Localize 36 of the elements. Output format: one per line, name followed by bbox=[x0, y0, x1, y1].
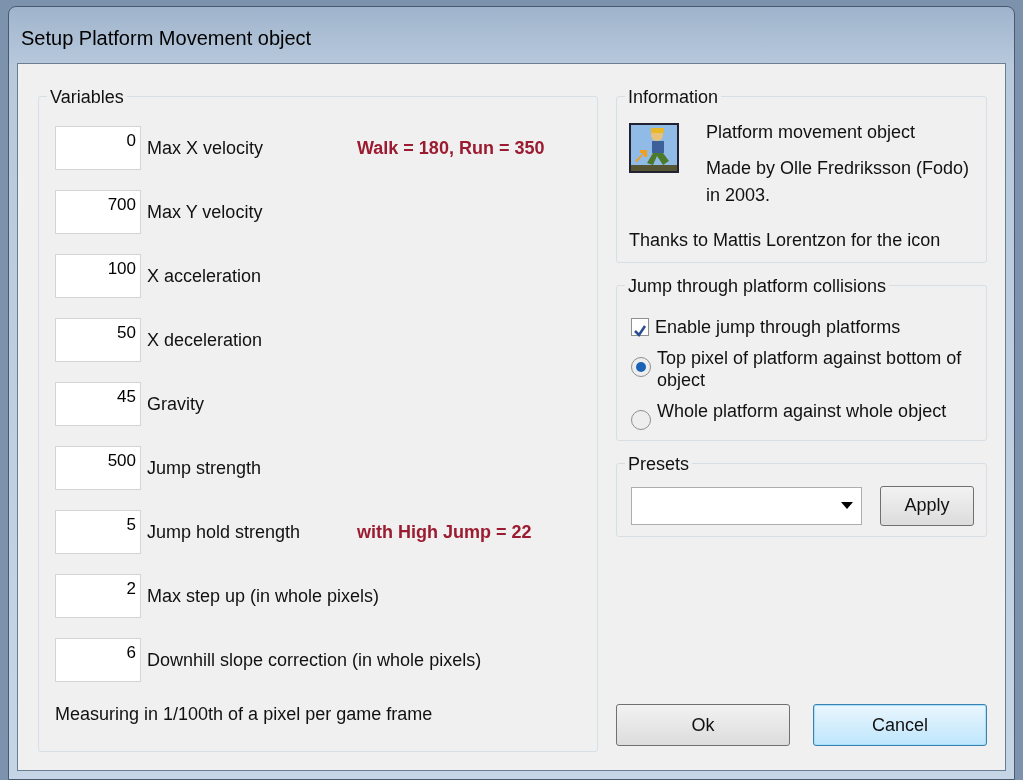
hint-text: with High Jump = 22 bbox=[357, 520, 532, 544]
field-label: Gravity bbox=[147, 392, 205, 416]
number-field[interactable]: 45 bbox=[55, 382, 141, 426]
field-label: X deceleration bbox=[147, 328, 264, 352]
dialog-button[interactable]: Cancel bbox=[813, 704, 987, 746]
number-field[interactable]: 500 bbox=[55, 446, 141, 490]
radio-button[interactable] bbox=[631, 356, 651, 377]
radio-label: Whole platform against whole object bbox=[657, 399, 947, 422]
field-label: Jump hold strength bbox=[147, 520, 302, 544]
number-field[interactable]: 2 bbox=[55, 574, 141, 618]
hint-text: Walk = 180, Run = 350 bbox=[357, 136, 545, 160]
radio-button[interactable] bbox=[631, 409, 651, 430]
field-label: Max X velocity bbox=[147, 136, 265, 160]
credits-text: Thanks to Mattis Lorentzon for the icon bbox=[629, 229, 942, 252]
field-label: X acceleration bbox=[147, 264, 263, 288]
info-text: Platform movement object bbox=[706, 121, 917, 144]
number-field[interactable]: 700 bbox=[55, 190, 141, 234]
apply-button[interactable]: Apply bbox=[880, 485, 974, 526]
radio-label: Top pixel of platform against bottom of object bbox=[657, 346, 963, 392]
field-label: Downhill slope correction (in whole pixels) bbox=[147, 648, 482, 672]
field-label: Jump strength bbox=[147, 456, 263, 480]
dropdown-arrow-icon bbox=[841, 502, 853, 509]
running-figure-icon bbox=[629, 123, 679, 173]
number-field[interactable]: 5 bbox=[55, 510, 141, 554]
number-field[interactable]: 6 bbox=[55, 638, 141, 682]
number-field[interactable]: 0 bbox=[55, 126, 141, 170]
info-text: Made by Olle Fredriksson (Fodo) in 2003. bbox=[706, 157, 971, 207]
number-field[interactable]: 50 bbox=[55, 318, 141, 362]
field-label: Max Y velocity bbox=[147, 200, 264, 224]
footer-text: Measuring in 1/100th of a pixel per game frame bbox=[55, 703, 434, 726]
field-label: Max step up (in whole pixels) bbox=[147, 584, 380, 608]
checkbox-label: Enable jump through platforms bbox=[655, 316, 901, 339]
window-title: Setup Platform Movement object bbox=[20, 26, 313, 51]
dialog-button[interactable]: Ok bbox=[616, 704, 790, 746]
checkbox[interactable] bbox=[631, 318, 649, 336]
number-field[interactable]: 100 bbox=[55, 254, 141, 298]
